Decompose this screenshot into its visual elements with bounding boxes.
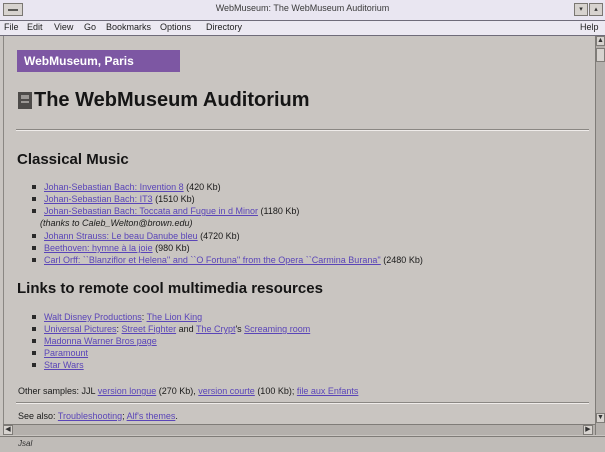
links-heading: Links to remote cool multimedia resource… — [17, 280, 323, 297]
track-link[interactable]: Johan-Sebastian Bach: IT3 — [44, 194, 153, 204]
lion-king-link[interactable]: The Lion King — [147, 312, 203, 322]
minimize-icon[interactable]: ▾ — [574, 3, 588, 16]
menu-help[interactable]: Help — [580, 22, 599, 32]
alfs-themes-link[interactable]: Alf's themes — [127, 411, 176, 421]
period: . — [175, 411, 178, 421]
status-text: Jsal — [18, 439, 33, 448]
version-longue-link[interactable]: version longue — [98, 386, 157, 396]
divider — [16, 129, 589, 131]
disney-link[interactable]: Walt Disney Productions — [44, 312, 142, 322]
menu-directory[interactable]: Directory — [206, 22, 242, 32]
title-bar: WebMuseum: The WebMuseum Auditorium ▾ ▴ — [0, 0, 605, 21]
horizontal-scrollbar[interactable]: ◀ ▶ — [3, 424, 595, 435]
bullet — [32, 258, 36, 262]
see-also: See also: Troubleshooting; Alf's themes. — [18, 411, 178, 421]
bullet — [32, 363, 36, 367]
track-size: (980 Kb) — [155, 243, 190, 253]
track-link[interactable]: Johan-Sebastian Bach: Invention 8 — [44, 182, 184, 192]
street-fighter-link[interactable]: Street Fighter — [122, 324, 177, 334]
bullet — [32, 197, 36, 201]
window-title: WebMuseum: The WebMuseum Auditorium — [215, 3, 390, 13]
list-item: Walt Disney Productions: The Lion King — [32, 312, 202, 322]
troubleshooting-link[interactable]: Troubleshooting — [58, 411, 122, 421]
bullet — [32, 351, 36, 355]
page-content: WebMuseum, Paris The WebMuseum Auditoriu… — [3, 36, 596, 435]
list-item: Universal Pictures: Street Fighter and T… — [32, 324, 310, 334]
scroll-thumb[interactable] — [596, 48, 605, 62]
scroll-right-icon[interactable]: ▶ — [583, 425, 593, 435]
star-wars-link[interactable]: Star Wars — [44, 360, 84, 370]
track-link[interactable]: Beethoven: hymne à la joie — [44, 243, 153, 253]
madonna-link[interactable]: Madonna Warner Bros page — [44, 336, 157, 346]
list-item: Johan-Sebastian Bach: Invention 8 (420 K… — [32, 182, 221, 192]
version-courte-link[interactable]: version courte — [198, 386, 255, 396]
track-size: (2480 Kb) — [383, 255, 423, 265]
track-size: (1180 Kb) — [260, 206, 300, 216]
and-text: and — [176, 324, 196, 334]
list-item: Johann Strauss: Le beau Danube bleu (472… — [32, 231, 240, 241]
vertical-scrollbar[interactable]: ▲ ▼ — [595, 36, 605, 435]
other-samples-prefix: Other samples: JJL — [18, 386, 98, 396]
menu-edit[interactable]: Edit — [27, 22, 43, 32]
universal-link[interactable]: Universal Pictures — [44, 324, 117, 334]
scroll-left-icon[interactable]: ◀ — [3, 425, 13, 435]
bullet — [32, 246, 36, 250]
paramount-link[interactable]: Paramount — [44, 348, 88, 358]
list-item: Beethoven: hymne à la joie (980 Kb) — [32, 243, 190, 253]
size-courte: (100 Kb); — [254, 386, 297, 396]
bullet — [32, 315, 36, 319]
bullet — [32, 327, 36, 331]
page-title: The WebMuseum Auditorium — [34, 89, 310, 111]
track-link[interactable]: Carl Orff: ``Blanziflor et Helena'' and … — [44, 255, 381, 265]
list-item: Johan-Sebastian Bach: IT3 (1510 Kb) — [32, 194, 195, 204]
bullet — [32, 185, 36, 189]
scroll-up-icon[interactable]: ▲ — [596, 36, 605, 46]
thanks-note: (thanks to Caleb_Welton@brown.edu) — [40, 218, 193, 228]
divider — [16, 402, 589, 404]
see-also-prefix: See also: — [18, 411, 58, 421]
status-bar: Jsal — [0, 436, 605, 452]
possessive-text: 's — [235, 324, 245, 334]
track-link[interactable]: Johan-Sebastian Bach: Toccata and Fugue … — [44, 206, 258, 216]
other-samples: Other samples: JJL version longue (270 K… — [18, 386, 358, 396]
menu-options[interactable]: Options — [160, 22, 191, 32]
file-aux-enfants-link[interactable]: file aux Enfants — [297, 386, 359, 396]
menu-bar: File Edit View Go Bookmarks Options Dire… — [0, 21, 605, 36]
webmuseum-badge[interactable]: WebMuseum, Paris — [17, 50, 180, 72]
screaming-room-link[interactable]: Screaming room — [244, 324, 310, 334]
menu-view[interactable]: View — [54, 22, 73, 32]
track-link[interactable]: Johann Strauss: Le beau Danube bleu — [44, 231, 198, 241]
track-size: (4720 Kb) — [200, 231, 240, 241]
track-size: (420 Kb) — [186, 182, 221, 192]
size-longue: (270 Kb), — [156, 386, 199, 396]
bullet — [32, 209, 36, 213]
bullet — [32, 234, 36, 238]
the-crypt-link[interactable]: The Crypt — [196, 324, 236, 334]
list-item: Madonna Warner Bros page — [32, 336, 157, 346]
scroll-down-icon[interactable]: ▼ — [596, 413, 605, 423]
track-size: (1510 Kb) — [155, 194, 195, 204]
menu-go[interactable]: Go — [84, 22, 96, 32]
credit-note: (thanks to Caleb_Welton@brown.edu) — [40, 218, 193, 228]
menu-file[interactable]: File — [4, 22, 19, 32]
page-icon — [18, 92, 32, 109]
browser-window: WebMuseum: The WebMuseum Auditorium ▾ ▴ … — [0, 0, 605, 452]
maximize-icon[interactable]: ▴ — [589, 3, 603, 16]
list-item: Star Wars — [32, 360, 84, 370]
menu-bookmarks[interactable]: Bookmarks — [106, 22, 151, 32]
classical-heading: Classical Music — [17, 151, 129, 168]
list-item: Carl Orff: ``Blanziflor et Helena'' and … — [32, 255, 423, 265]
list-item: Johan-Sebastian Bach: Toccata and Fugue … — [32, 206, 299, 216]
list-item: Paramount — [32, 348, 88, 358]
bullet — [32, 339, 36, 343]
